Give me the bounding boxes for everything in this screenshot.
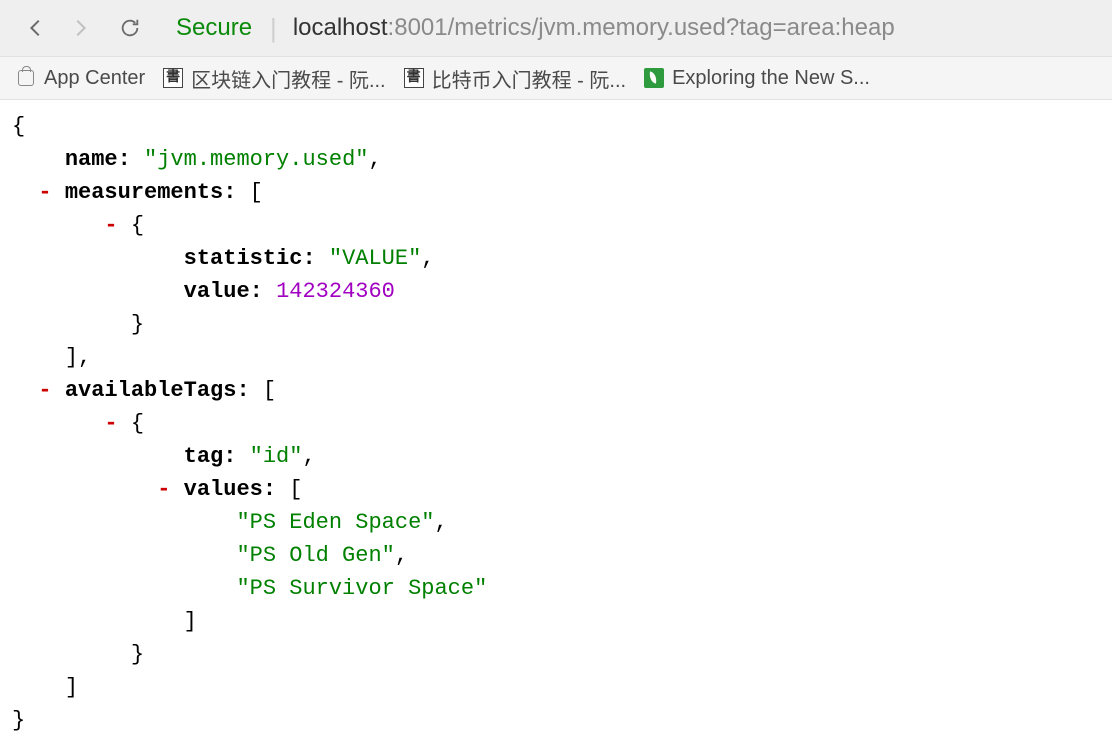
- json-array-item: "PS Eden Space": [236, 510, 434, 535]
- json-key-availabletags: availableTags:: [65, 378, 250, 403]
- json-val-statistic: "VALUE": [329, 246, 421, 271]
- collapse-toggle[interactable]: -: [104, 411, 117, 436]
- json-key-name: name:: [65, 147, 131, 172]
- url-path: :8001/metrics/jvm.memory.used?tag=area:h…: [388, 14, 895, 41]
- url-host: localhost: [293, 14, 388, 41]
- chevron-right-icon: [69, 17, 91, 39]
- browser-toolbar: Secure | localhost:8001/metrics/jvm.memo…: [0, 0, 1112, 56]
- forward-button[interactable]: [62, 10, 98, 46]
- leaf-icon: [644, 68, 664, 88]
- chevron-left-icon: [25, 17, 47, 39]
- bookmark-label: Exploring the New S...: [672, 67, 870, 90]
- json-key-tag: tag:: [184, 444, 237, 469]
- json-array-item: "PS Survivor Space": [236, 576, 487, 601]
- reload-button[interactable]: [112, 10, 148, 46]
- secure-indicator: Secure: [176, 14, 252, 42]
- address-bar[interactable]: localhost:8001/metrics/jvm.memory.used?t…: [293, 14, 895, 42]
- collapse-toggle[interactable]: -: [104, 213, 117, 238]
- back-button[interactable]: [18, 10, 54, 46]
- cjk-icon: 書: [163, 68, 183, 88]
- json-val-tag: "id": [250, 444, 303, 469]
- bookmark-label: 比特币入门教程 - 阮...: [432, 64, 626, 93]
- collapse-toggle[interactable]: -: [38, 180, 51, 205]
- bookmark-blockchain-tutorial[interactable]: 書 区块链入门教程 - 阮...: [163, 64, 385, 93]
- bookmark-label: App Center: [44, 67, 145, 90]
- json-val-value: 142324360: [276, 279, 395, 304]
- json-viewer: { name: "jvm.memory.used", - measurement…: [0, 100, 1112, 754]
- cjk-icon: 書: [404, 68, 424, 88]
- reload-icon: [119, 17, 141, 39]
- url-divider: |: [270, 13, 277, 44]
- json-key-measurements: measurements:: [65, 180, 237, 205]
- bookmark-label: 区块链入门教程 - 阮...: [191, 64, 385, 93]
- collapse-toggle[interactable]: -: [157, 477, 170, 502]
- json-key-value: value:: [184, 279, 263, 304]
- json-key-values: values:: [184, 477, 276, 502]
- bookmark-exploring[interactable]: Exploring the New S...: [644, 67, 870, 90]
- bookmark-app-center[interactable]: App Center: [16, 67, 145, 90]
- collapse-toggle[interactable]: -: [38, 378, 51, 403]
- json-array-item: "PS Old Gen": [236, 543, 394, 568]
- bookmark-bitcoin-tutorial[interactable]: 書 比特币入门教程 - 阮...: [404, 64, 626, 93]
- json-val-name: "jvm.memory.used": [144, 147, 368, 172]
- bag-icon: [16, 68, 36, 88]
- bookmarks-bar: App Center 書 区块链入门教程 - 阮... 書 比特币入门教程 - …: [0, 56, 1112, 100]
- json-key-statistic: statistic:: [184, 246, 316, 271]
